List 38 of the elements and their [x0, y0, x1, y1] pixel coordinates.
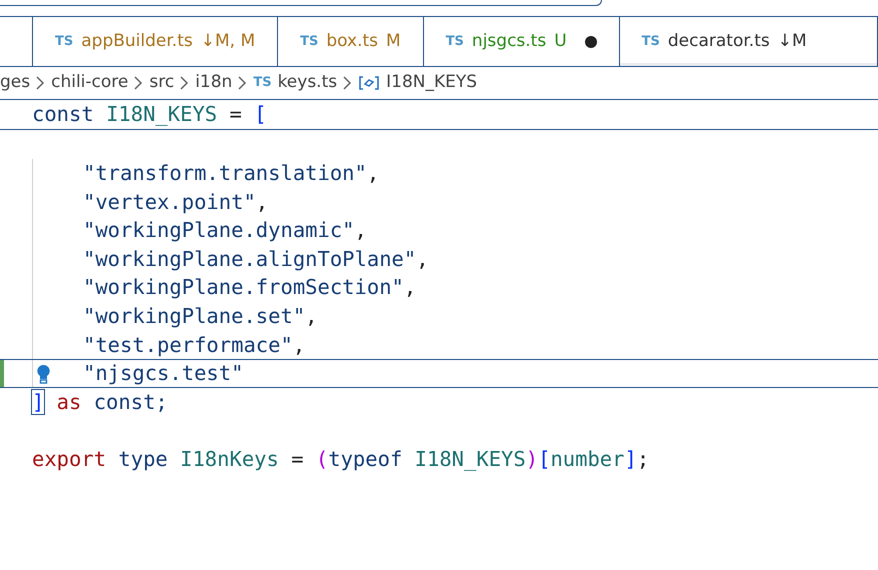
chevron-icon — [180, 76, 190, 90]
chevron-icon — [36, 76, 46, 90]
breadcrumb-item[interactable]: src — [149, 70, 174, 96]
chevron-icon — [134, 76, 144, 90]
git-status: U — [554, 30, 567, 53]
editor-tab[interactable]: TS decarator.ts ↓M — [620, 17, 878, 66]
code-text: "transform.translation", — [83, 160, 380, 187]
git-status: ↓M — [778, 30, 807, 53]
code-text: const I18N_KEYS = [ — [32, 101, 267, 128]
code-text: "vertex.point", — [83, 188, 268, 216]
code-text: ] as const; — [32, 388, 168, 416]
chevron-icon — [343, 76, 352, 90]
chevron-icon — [238, 76, 248, 90]
tab-label: njsgcs.ts — [472, 30, 546, 53]
breadcrumb-item[interactable]: ges — [0, 70, 30, 96]
breadcrumb-item[interactable]: keys.ts — [278, 70, 338, 96]
typescript-icon: TS — [446, 32, 464, 52]
code-text: "workingPlane.set", — [83, 302, 318, 330]
symbol-variable-icon — [358, 75, 380, 91]
code-text: "test.performace", — [83, 332, 306, 359]
code-text: "workingPlane.fromSection", — [83, 274, 416, 302]
code-text: "njsgcs.test" — [83, 360, 244, 388]
breadcrumb-item[interactable]: i18n — [195, 70, 232, 96]
code-text: "workingPlane.dynamic", — [83, 217, 367, 244]
typescript-icon: TS — [253, 73, 272, 93]
tab-label: decarator.ts — [668, 30, 770, 53]
code-text: "workingPlane.alignToPlane", — [83, 246, 429, 273]
breadcrumb-item[interactable]: I18N_KEYS — [386, 70, 478, 96]
tab-label: appBuilder.ts — [81, 30, 193, 53]
git-status: ↓M, M — [200, 30, 256, 53]
typescript-icon: TS — [300, 32, 318, 52]
lightbulb-icon[interactable] — [36, 364, 51, 384]
typescript-icon: TS — [642, 32, 660, 52]
tab-label: box.ts — [326, 30, 378, 53]
git-status: M — [386, 30, 401, 53]
typescript-icon: TS — [55, 32, 74, 52]
code-text: export type I18nKeys = (typeof I18N_KEYS)[number]; — [32, 446, 650, 473]
breadcrumb-item[interactable]: chili-core — [51, 70, 128, 96]
